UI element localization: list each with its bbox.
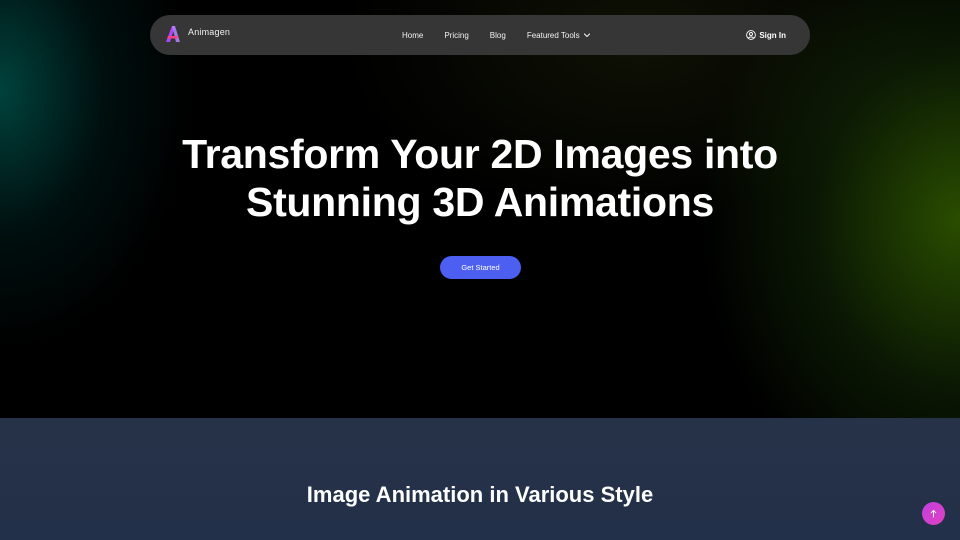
- nav-link-pricing[interactable]: Pricing: [444, 31, 468, 40]
- arrow-up-icon: [930, 510, 937, 518]
- styles-section: Image Animation in Various Style: [0, 418, 960, 540]
- hero-title-line-1: Transform Your 2D Images into: [182, 131, 778, 177]
- brand-logo[interactable]: Animagen: [164, 25, 230, 43]
- brand-name: Animagen: [188, 27, 231, 37]
- scroll-to-top-button[interactable]: [922, 502, 945, 525]
- nav-links: Home Pricing Blog Featured Tools: [402, 15, 591, 55]
- section-title: Image Animation in Various Style: [306, 482, 654, 507]
- nav-link-blog[interactable]: Blog: [490, 31, 506, 40]
- animagen-logo-icon: [166, 26, 180, 42]
- sign-in-label: Sign In: [759, 30, 786, 40]
- featured-tools-label: Featured Tools: [526, 30, 580, 40]
- nav-link-home[interactable]: Home: [402, 31, 423, 40]
- get-started-button[interactable]: Get Started: [440, 256, 521, 279]
- sign-in-button[interactable]: Sign In: [746, 15, 786, 55]
- hero-title: Transform Your 2D Images into Stunning 3…: [0, 130, 960, 226]
- user-icon: [746, 30, 757, 40]
- top-navbar: Animagen Home Pricing Blog Featured Tool…: [150, 15, 810, 55]
- nav-link-featured-tools[interactable]: Featured Tools: [527, 31, 591, 40]
- hero-title-line-2: Stunning 3D Animations: [246, 179, 714, 225]
- chevron-down-icon: [583, 33, 590, 38]
- hero-section: Animagen Home Pricing Blog Featured Tool…: [0, 0, 960, 418]
